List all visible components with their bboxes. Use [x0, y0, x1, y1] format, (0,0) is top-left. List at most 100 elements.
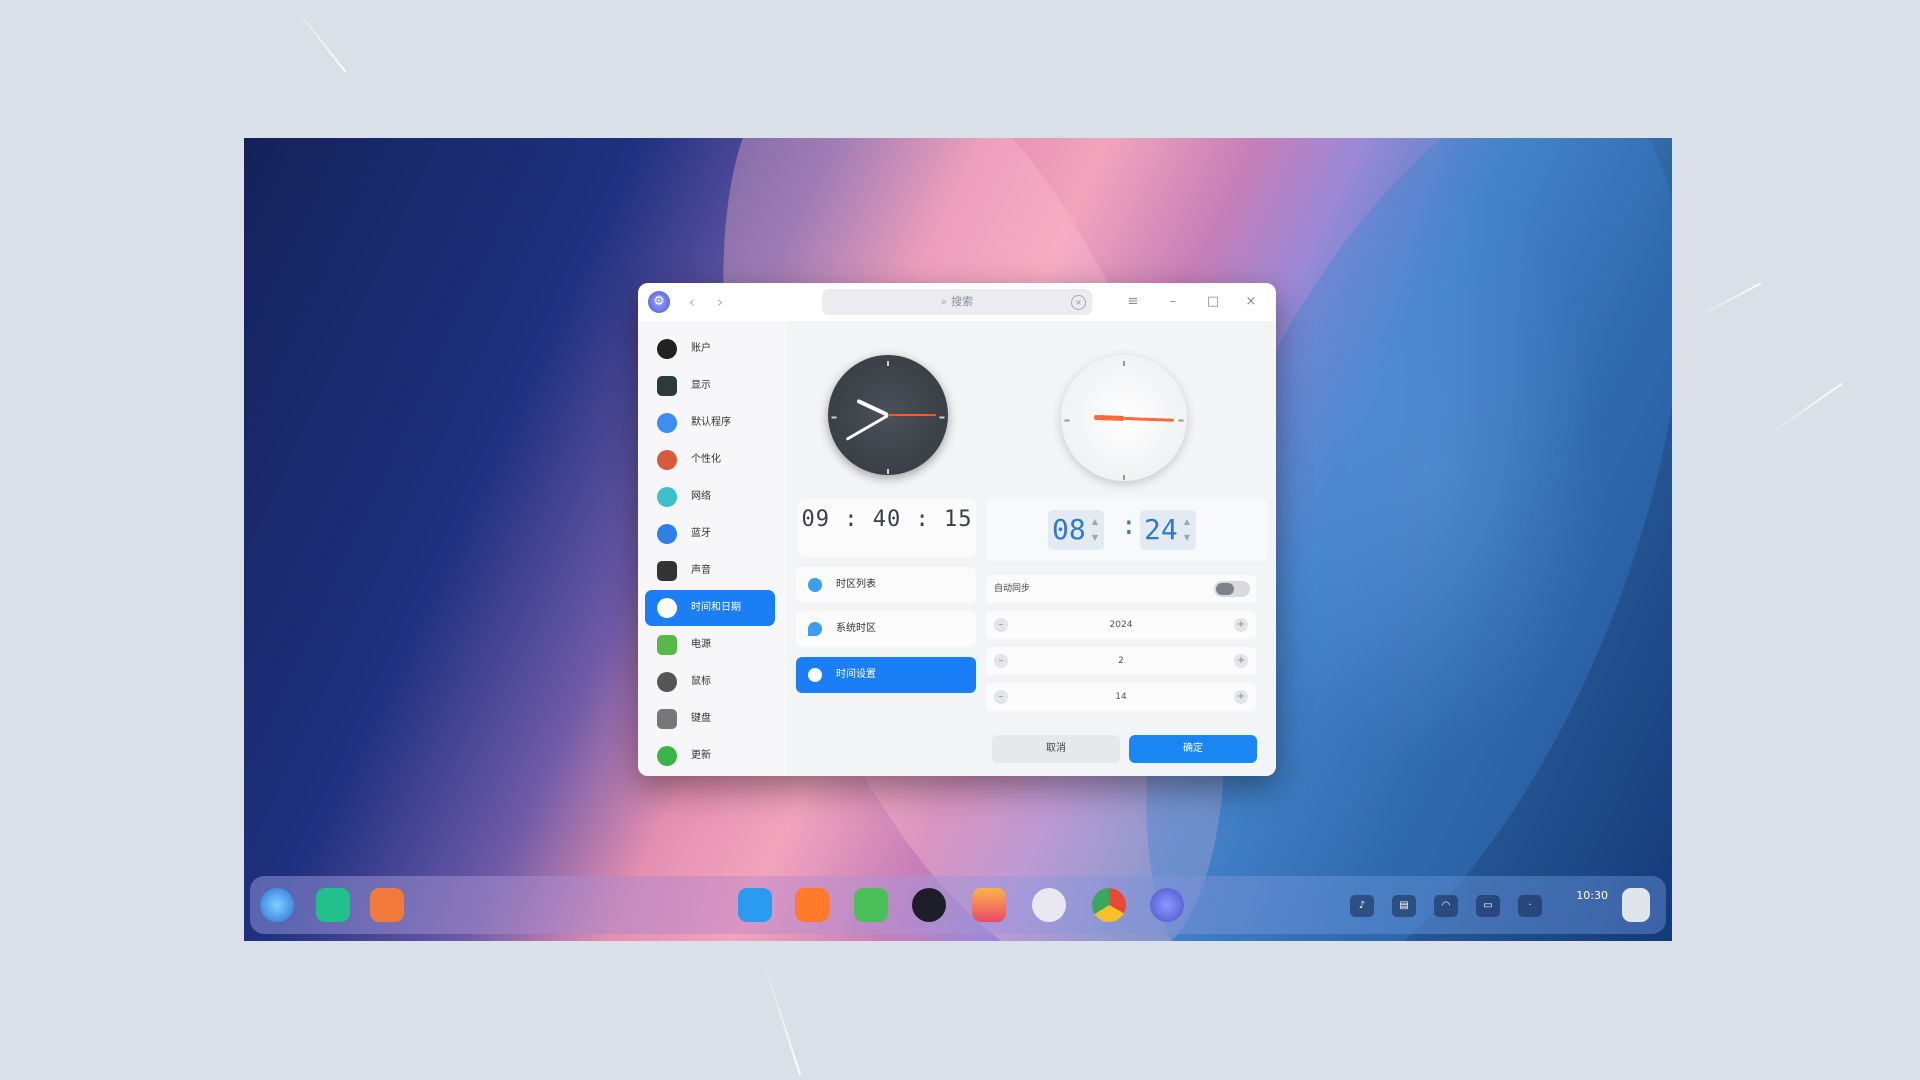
maximize-button[interactable]: □ — [1202, 291, 1224, 313]
user-icon — [657, 339, 677, 359]
hour-value: 08 — [1052, 513, 1086, 546]
minute-hand — [1123, 416, 1175, 422]
close-button[interactable]: × — [1240, 291, 1262, 313]
hour-spinbox[interactable]: 08 ▲ ▼ — [1048, 510, 1104, 550]
sidebar-item-display[interactable]: 显示 — [645, 368, 775, 404]
minute-hand — [845, 413, 889, 441]
location-icon — [808, 622, 822, 636]
app-store-icon[interactable] — [370, 888, 404, 922]
chrome-icon[interactable] — [1092, 888, 1126, 922]
background-streak — [1759, 382, 1843, 442]
hour-hand — [856, 398, 889, 417]
update-icon — [657, 746, 677, 766]
sidebar-item-label: 账户 — [691, 343, 711, 354]
sidebar-item-mouse[interactable]: 鼠标 — [645, 664, 775, 700]
forward-button[interactable]: › — [710, 292, 730, 312]
menu-system-timezone[interactable]: 系统时区 — [796, 611, 976, 647]
photos-icon[interactable] — [972, 888, 1006, 922]
taskbar-dock: ♪ ▤ ◠ ▭ · 10:30 — [250, 876, 1666, 934]
volume-icon[interactable]: ♪ — [1350, 895, 1374, 917]
settings-logo-icon: ⚙ — [648, 291, 670, 313]
sidebar-item-power[interactable]: 电源 — [645, 627, 775, 663]
menu-label: 系统时区 — [836, 623, 876, 634]
confirm-button[interactable]: 确定 — [1129, 735, 1257, 763]
desktop-screen: ⚙ ‹ › ⌕ 搜索 × ≡ – □ × 账户 显示 默认程序 个性化 网络 蓝牙… — [244, 138, 1672, 941]
menu-time-settings[interactable]: 时间设置 — [796, 657, 976, 693]
sidebar-item-update[interactable]: 更新 — [645, 738, 775, 774]
notification-icon[interactable]: · — [1518, 895, 1542, 917]
menu-button[interactable]: ≡ — [1122, 291, 1144, 313]
minute-up-icon[interactable]: ▲ — [1181, 515, 1193, 529]
browser-icon[interactable] — [795, 888, 829, 922]
sidebar-item-keyboard[interactable]: 键盘 — [645, 701, 775, 737]
sidebar-item-label: 时间和日期 — [691, 602, 741, 613]
year-row: – 2024 + — [986, 611, 1256, 639]
trash-icon[interactable] — [1622, 888, 1650, 922]
mouse-icon — [657, 672, 677, 692]
toggle-knob — [1216, 583, 1234, 595]
auto-sync-row: 自动同步 — [986, 575, 1256, 603]
hour-up-icon[interactable]: ▲ — [1089, 515, 1101, 529]
background-streak — [1689, 282, 1762, 322]
clock-tick — [1123, 361, 1125, 366]
store-icon[interactable] — [738, 888, 772, 922]
music-icon[interactable] — [854, 888, 888, 922]
taskbar-clock[interactable]: 10:30 — [1576, 888, 1608, 904]
month-row: – 2 + — [986, 647, 1256, 675]
clock-tick — [887, 361, 889, 366]
sidebar-item-datetime[interactable]: 时间和日期 — [645, 590, 775, 626]
globe-icon — [808, 578, 822, 592]
auto-sync-toggle[interactable] — [1214, 581, 1250, 597]
clock-icon — [808, 668, 822, 682]
minute-value: 24 — [1144, 513, 1178, 546]
back-button[interactable]: ‹ — [682, 292, 702, 312]
settings-icon[interactable] — [1150, 888, 1184, 922]
sidebar-item-account[interactable]: 账户 — [645, 331, 775, 367]
cancel-button[interactable]: 取消 — [992, 735, 1120, 763]
sidebar-item-default-apps[interactable]: 默认程序 — [645, 405, 775, 441]
launcher-icon[interactable] — [260, 888, 294, 922]
year-increase-button[interactable]: + — [1234, 618, 1248, 632]
sidebar-item-label: 更新 — [691, 750, 711, 761]
clock-tick — [1178, 419, 1184, 422]
sidebar-item-sound[interactable]: 声音 — [645, 553, 775, 589]
clock-tick — [887, 469, 889, 474]
default-apps-icon — [657, 413, 677, 433]
minimize-button[interactable]: – — [1162, 291, 1184, 313]
file-manager-icon[interactable] — [316, 888, 350, 922]
title-bar: ⚙ ‹ › ⌕ 搜索 × ≡ – □ × — [638, 283, 1276, 321]
clock-icon — [657, 598, 677, 618]
clock-tick — [1064, 419, 1070, 422]
wifi-icon[interactable]: ◠ — [1434, 895, 1458, 917]
sidebar-item-network[interactable]: 网络 — [645, 479, 775, 515]
menu-timezone-list[interactable]: 时区列表 — [796, 567, 976, 603]
input-icon[interactable]: ▤ — [1392, 895, 1416, 917]
sidebar-item-label: 电源 — [691, 639, 711, 650]
sidebar-item-label: 声音 — [691, 565, 711, 576]
month-value[interactable]: 2 — [986, 647, 1256, 675]
minute-down-icon[interactable]: ▼ — [1181, 531, 1193, 545]
day-increase-button[interactable]: + — [1234, 690, 1248, 704]
clock-tick — [831, 416, 837, 419]
minute-spinbox[interactable]: 24 ▲ ▼ — [1140, 510, 1196, 550]
hour-hand — [1093, 414, 1125, 421]
battery-icon[interactable]: ▭ — [1476, 895, 1500, 917]
sidebar-item-personalization[interactable]: 个性化 — [645, 442, 775, 478]
year-value[interactable]: 2024 — [986, 611, 1256, 639]
menu-label: 时区列表 — [836, 579, 876, 590]
search-icon: ⌕ — [940, 295, 948, 308]
sidebar-item-label: 键盘 — [691, 713, 711, 724]
sidebar-item-label: 默认程序 — [691, 417, 731, 428]
personalization-icon — [657, 450, 677, 470]
search-input[interactable]: ⌕ 搜索 × — [822, 289, 1092, 315]
current-time-display: 09 : 40 : 15 — [798, 499, 976, 557]
video-icon[interactable] — [912, 888, 946, 922]
hour-down-icon[interactable]: ▼ — [1089, 531, 1101, 545]
sidebar-item-bluetooth[interactable]: 蓝牙 — [645, 516, 775, 552]
day-value[interactable]: 14 — [986, 683, 1256, 711]
power-icon — [657, 635, 677, 655]
datetime-content: 09 : 40 : 15 时区列表 系统时区 时间设置 08 ▲ ▼ : 24 … — [786, 321, 1276, 776]
month-increase-button[interactable]: + — [1234, 654, 1248, 668]
search-clear-icon[interactable]: × — [1071, 295, 1086, 310]
camera-icon[interactable] — [1032, 888, 1066, 922]
